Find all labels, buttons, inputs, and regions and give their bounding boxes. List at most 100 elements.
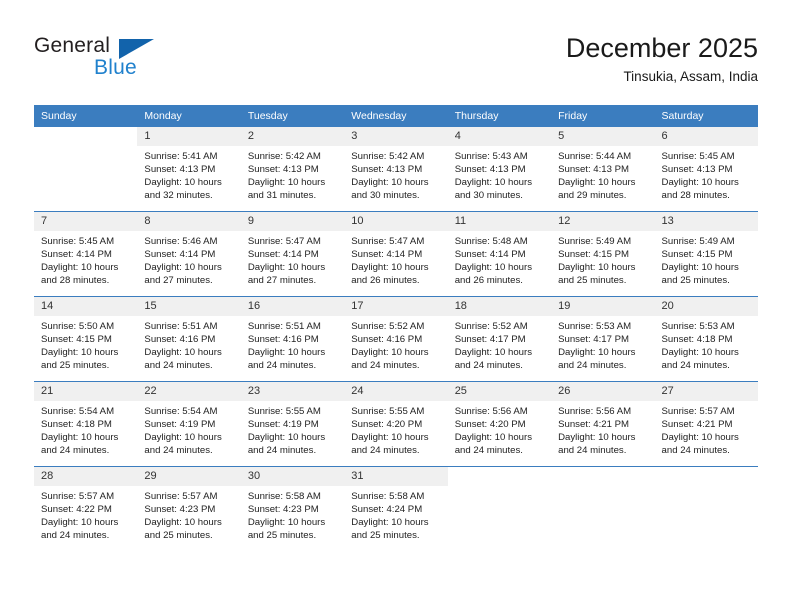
sunrise-text: Sunrise: 5:51 AM [144,321,218,332]
day-number: 5 [551,127,655,146]
calendar-day-cell[interactable]: 26 Sunrise: 5:56 AM Sunset: 4:21 PM Dayligh… [551,381,655,467]
day-details: Sunrise: 5:47 AM Sunset: 4:14 PM Daylight:… [344,231,447,287]
day-number: 14 [34,297,138,316]
daylight-text: Daylight: 10 hours and 24 minutes. [41,432,119,457]
sunset-text: Sunset: 4:14 PM [144,249,216,261]
calendar-week-row: 21 Sunrise: 5:54 AM Sunset: 4:18 PM Dayligh… [34,381,758,467]
weekday-header-friday: Friday [551,105,655,127]
sunset-text: Sunset: 4:24 PM [351,504,423,516]
calendar-day-cell[interactable]: 16 Sunrise: 5:51 AM Sunset: 4:16 PM Dayligh… [240,296,345,382]
sunrise-text: Sunrise: 5:43 AM [454,151,528,162]
calendar-day-cell[interactable]: 7 Sunrise: 5:45 AM Sunset: 4:14 PM Daylight… [34,211,138,297]
day-details: Sunrise: 5:53 AM Sunset: 4:18 PM Daylight:… [655,316,758,372]
day-details: Sunrise: 5:46 AM Sunset: 4:14 PM Daylight:… [137,231,240,287]
calendar-day-cell[interactable]: 19 Sunrise: 5:53 AM Sunset: 4:17 PM Dayligh… [551,296,655,382]
daylight-text: Daylight: 10 hours and 30 minutes. [454,177,533,202]
calendar-day-cell[interactable]: 30 Sunrise: 5:58 AM Sunset: 4:23 PM Dayligh… [240,466,345,551]
daylight-text: Daylight: 10 hours and 24 minutes. [661,347,739,372]
daylight-text: Daylight: 10 hours and 28 minutes. [41,262,119,287]
sunset-text: Sunset: 4:16 PM [351,334,423,346]
day-details: Sunrise: 5:57 AM Sunset: 4:22 PM Daylight:… [34,486,137,542]
sunset-text: Sunset: 4:15 PM [41,334,112,346]
day-details: Sunrise: 5:42 AM Sunset: 4:13 PM Daylight:… [241,146,344,202]
sunset-text: Sunset: 4:18 PM [41,419,112,431]
day-details: Sunrise: 5:45 AM Sunset: 4:13 PM Daylight:… [655,146,758,202]
day-number: 7 [34,212,138,231]
sunrise-text: Sunrise: 5:44 AM [558,151,632,162]
sunrise-text: Sunrise: 5:58 AM [351,491,425,502]
sunrise-text: Sunrise: 5:45 AM [41,236,115,247]
sunrise-text: Sunrise: 5:54 AM [41,406,115,417]
calendar-day-cell[interactable]: 13 Sunrise: 5:49 AM Sunset: 4:15 PM Dayligh… [654,211,758,297]
general-blue-logo[interactable]: General Blue [34,34,234,84]
day-number: 8 [137,212,241,231]
calendar-day-cell[interactable]: 4 Sunrise: 5:43 AM Sunset: 4:13 PM Daylight… [447,126,552,212]
sunrise-text: Sunrise: 5:52 AM [351,321,425,332]
sunset-text: Sunset: 4:13 PM [247,164,319,176]
calendar-day-cell[interactable]: 27 Sunrise: 5:57 AM Sunset: 4:21 PM Dayligh… [654,381,758,467]
sunset-text: Sunset: 4:13 PM [661,164,733,176]
calendar-page: General Blue December 2025 Tinsukia, Ass… [0,0,792,612]
calendar-day-cell[interactable]: 25 Sunrise: 5:56 AM Sunset: 4:20 PM Dayligh… [447,381,552,467]
calendar-day-cell[interactable]: 24 Sunrise: 5:55 AM Sunset: 4:20 PM Dayligh… [344,381,448,467]
day-details: Sunrise: 5:56 AM Sunset: 4:20 PM Daylight:… [448,401,551,457]
calendar-day-cell[interactable]: 18 Sunrise: 5:52 AM Sunset: 4:17 PM Dayligh… [447,296,552,382]
calendar-day-cell[interactable]: 29 Sunrise: 5:57 AM Sunset: 4:23 PM Dayligh… [137,466,241,551]
calendar-day-cell[interactable]: 8 Sunrise: 5:46 AM Sunset: 4:14 PM Daylight… [137,211,241,297]
day-details: Sunrise: 5:55 AM Sunset: 4:19 PM Daylight:… [241,401,344,457]
calendar-day-cell[interactable]: 5 Sunrise: 5:44 AM Sunset: 4:13 PM Daylight… [551,126,655,212]
day-details: Sunrise: 5:53 AM Sunset: 4:17 PM Daylight:… [551,316,654,372]
sunset-text: Sunset: 4:18 PM [661,334,733,346]
day-number: 31 [344,467,448,486]
day-number: 18 [447,297,552,316]
sunset-text: Sunset: 4:21 PM [661,419,733,431]
daylight-text: Daylight: 10 hours and 24 minutes. [454,432,533,457]
calendar-day-cell[interactable]: 31 Sunrise: 5:58 AM Sunset: 4:24 PM Dayligh… [344,466,448,551]
sunset-text: Sunset: 4:17 PM [454,334,526,346]
day-details: Sunrise: 5:54 AM Sunset: 4:19 PM Daylight:… [137,401,240,457]
daylight-text: Daylight: 10 hours and 25 minutes. [144,517,222,542]
daylight-text: Daylight: 10 hours and 30 minutes. [351,177,429,202]
day-details: Sunrise: 5:57 AM Sunset: 4:23 PM Daylight:… [137,486,240,542]
calendar-day-cell[interactable]: 22 Sunrise: 5:54 AM Sunset: 4:19 PM Dayligh… [137,381,241,467]
daylight-text: Daylight: 10 hours and 28 minutes. [661,177,739,202]
sunrise-text: Sunrise: 5:55 AM [351,406,425,417]
day-number: 27 [654,382,758,401]
calendar-day-cell[interactable]: 17 Sunrise: 5:52 AM Sunset: 4:16 PM Dayligh… [344,296,448,382]
calendar-day-cell[interactable]: 12 Sunrise: 5:49 AM Sunset: 4:15 PM Dayligh… [551,211,655,297]
calendar-day-cell[interactable]: 6 Sunrise: 5:45 AM Sunset: 4:13 PM Daylight… [654,126,758,212]
daylight-text: Daylight: 10 hours and 24 minutes. [41,517,119,542]
calendar-day-cell[interactable]: 20 Sunrise: 5:53 AM Sunset: 4:18 PM Dayligh… [654,296,758,382]
day-details: Sunrise: 5:56 AM Sunset: 4:21 PM Daylight:… [551,401,654,457]
day-details: Sunrise: 5:44 AM Sunset: 4:13 PM Daylight:… [551,146,654,202]
sunrise-text: Sunrise: 5:53 AM [558,321,632,332]
sunrise-text: Sunrise: 5:47 AM [247,236,321,247]
calendar-day-cell[interactable]: 21 Sunrise: 5:54 AM Sunset: 4:18 PM Dayligh… [34,381,138,467]
weekday-header-row: Sunday Monday Tuesday Wednesday Thursday Frid… [34,105,758,127]
calendar-day-cell[interactable]: 11 Sunrise: 5:48 AM Sunset: 4:14 PM Dayligh… [447,211,552,297]
day-details: Sunrise: 5:55 AM Sunset: 4:20 PM Daylight:… [344,401,447,457]
daylight-text: Daylight: 10 hours and 24 minutes. [351,347,429,372]
daylight-text: Daylight: 10 hours and 25 minutes. [558,262,636,287]
calendar-day-cell[interactable]: 2 Sunrise: 5:42 AM Sunset: 4:13 PM Daylight… [240,126,345,212]
calendar-day-cell[interactable]: 9 Sunrise: 5:47 AM Sunset: 4:14 PM Daylight… [240,211,345,297]
calendar-day-cell[interactable]: 10 Sunrise: 5:47 AM Sunset: 4:14 PM Dayligh… [344,211,448,297]
day-number: 2 [240,127,345,146]
day-number: 23 [240,382,345,401]
calendar-body: 1 Sunrise: 5:41 AM Sunset: 4:13 PM Daylight… [34,126,758,551]
day-details: Sunrise: 5:47 AM Sunset: 4:14 PM Daylight:… [241,231,344,287]
calendar-day-cell[interactable]: 15 Sunrise: 5:51 AM Sunset: 4:16 PM Dayligh… [137,296,241,382]
day-number: 16 [240,297,345,316]
daylight-text: Daylight: 10 hours and 25 minutes. [661,262,739,287]
sunrise-text: Sunrise: 5:57 AM [661,406,735,417]
daylight-text: Daylight: 10 hours and 27 minutes. [247,262,326,287]
day-number: 13 [654,212,758,231]
calendar-day-cell[interactable]: 28 Sunrise: 5:57 AM Sunset: 4:22 PM Dayligh… [34,466,138,551]
calendar-day-cell[interactable]: 3 Sunrise: 5:42 AM Sunset: 4:13 PM Daylight… [344,126,448,212]
calendar-day-cell[interactable]: 1 Sunrise: 5:41 AM Sunset: 4:13 PM Daylight… [137,126,241,212]
calendar-day-cell[interactable]: 14 Sunrise: 5:50 AM Sunset: 4:15 PM Dayligh… [34,296,138,382]
day-details: Sunrise: 5:57 AM Sunset: 4:21 PM Daylight:… [655,401,758,457]
weekday-header-monday: Monday [137,105,241,127]
calendar-day-cell[interactable]: 23 Sunrise: 5:55 AM Sunset: 4:19 PM Dayligh… [240,381,345,467]
sunset-text: Sunset: 4:21 PM [558,419,630,431]
